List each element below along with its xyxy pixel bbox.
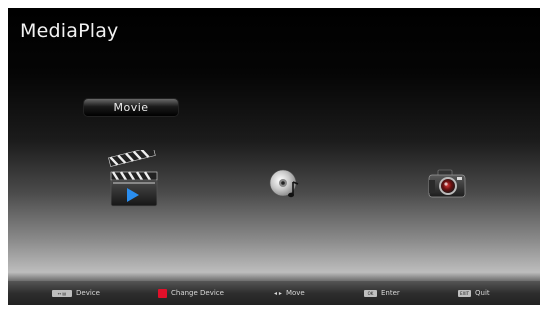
hint-device-label: Device bbox=[76, 289, 100, 297]
exit-key-icon: EXIT bbox=[458, 289, 471, 297]
hint-enter: OK Enter bbox=[364, 281, 400, 305]
device-key-icon: ↔ ▤ bbox=[52, 289, 72, 297]
hint-device: ↔ ▤ Device bbox=[52, 281, 100, 305]
movie-clapper-icon[interactable] bbox=[99, 146, 161, 208]
music-disc-icon[interactable] bbox=[267, 166, 307, 202]
arrow-keys-icon: ◂ ▸ bbox=[274, 289, 282, 297]
ok-key-icon: OK bbox=[364, 289, 377, 297]
hint-enter-label: Enter bbox=[381, 289, 400, 297]
hint-move: ◂ ▸ Move bbox=[274, 281, 305, 305]
media-player-screen: MediaPlay Movie ↔ ▤ Device Change Device… bbox=[8, 8, 540, 305]
hint-move-label: Move bbox=[285, 289, 305, 297]
hint-quit: EXIT Quit bbox=[458, 281, 490, 305]
footer-hint-bar: ↔ ▤ Device Change Device ◂ ▸ Move OK Ent… bbox=[8, 281, 540, 305]
photo-camera-icon[interactable] bbox=[425, 166, 469, 200]
red-key-icon bbox=[158, 288, 167, 298]
app-title: MediaPlay bbox=[20, 20, 119, 42]
selected-item-label: Movie bbox=[84, 99, 178, 116]
hint-quit-label: Quit bbox=[475, 289, 490, 297]
hint-change-device-label: Change Device bbox=[171, 289, 224, 297]
hint-change-device: Change Device bbox=[158, 281, 224, 305]
